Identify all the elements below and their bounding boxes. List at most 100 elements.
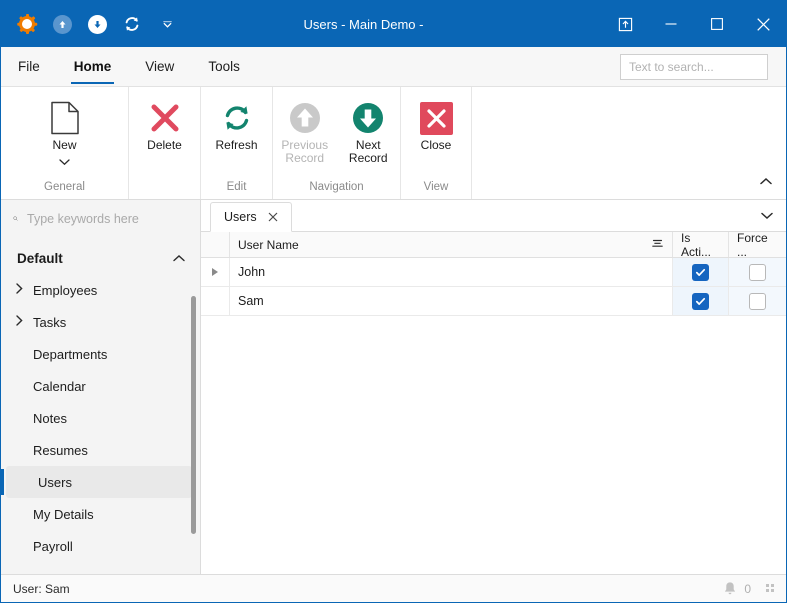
restore-window-button[interactable]: [602, 1, 648, 47]
tab-home[interactable]: Home: [57, 47, 129, 86]
ribbon-group-view-label: View: [423, 181, 449, 193]
search-input[interactable]: [629, 59, 784, 74]
ribbon-collapse-button[interactable]: [754, 169, 778, 193]
chevron-down-icon: [162, 20, 172, 28]
sidebar-item-calendar-label: Calendar: [33, 378, 86, 394]
document-tab-users[interactable]: Users: [210, 202, 292, 232]
checkbox-unchecked-icon[interactable]: [749, 292, 766, 310]
sidebar-group-default-label: Default: [17, 251, 63, 266]
app-menu-icon[interactable]: [15, 12, 39, 36]
close-record-button-label: Close: [420, 138, 452, 152]
close-icon: [756, 17, 770, 31]
tab-view[interactable]: View: [128, 47, 191, 86]
sidebar-item-notes-label: Notes: [33, 410, 67, 426]
sidebar-item-users-label: Users: [38, 474, 72, 490]
ribbon-group-edit-delete: Delete .: [129, 87, 201, 199]
grid-header-user-name[interactable]: User Name: [230, 232, 673, 257]
ribbon-group-navigation-label: Navigation: [309, 181, 364, 193]
sidebar-item-resumes[interactable]: Resumes: [1, 434, 192, 466]
delete-x-icon: [149, 99, 181, 137]
maximize-button[interactable]: [694, 1, 740, 47]
sidebar-item-employees[interactable]: Employees: [1, 274, 192, 306]
ribbon-group-navigation: Previous Record Next Record Navigation: [273, 87, 401, 199]
cell-force[interactable]: [729, 287, 786, 315]
refresh-button-label: Refresh: [215, 138, 258, 152]
close-button[interactable]: [740, 1, 786, 47]
new-button[interactable]: New: [1, 91, 128, 171]
bell-icon[interactable]: [723, 581, 737, 596]
cell-is-active[interactable]: [673, 287, 729, 315]
sidebar-item-departments[interactable]: Departments: [1, 338, 192, 370]
ribbon-tab-bar: File Home View Tools: [1, 47, 786, 87]
cell-is-active[interactable]: [673, 258, 729, 286]
resize-grip-icon[interactable]: [766, 583, 776, 594]
arrow-down-circle-icon: [351, 99, 385, 137]
checkbox-unchecked-icon[interactable]: [749, 263, 766, 281]
next-record-qat-button[interactable]: [85, 12, 109, 36]
sidebar-item-users[interactable]: Users: [1, 466, 192, 498]
ribbon-group-edit: Refresh Edit: [201, 87, 273, 199]
chevron-up-icon[interactable]: [172, 251, 186, 266]
document-tab-users-label: Users: [224, 210, 257, 224]
sun-icon: [17, 14, 38, 34]
next-record-label-line2: Record: [348, 151, 388, 165]
cell-user-name[interactable]: John: [230, 258, 673, 286]
sidebar-item-calendar[interactable]: Calendar: [1, 370, 192, 402]
refresh-icon: [125, 17, 139, 31]
previous-record-qat-button[interactable]: [50, 12, 74, 36]
grid-body: John Sam: [201, 258, 786, 574]
chevron-right-icon: [15, 314, 24, 330]
grid-header-indicator: [201, 232, 230, 257]
status-bar: User: Sam 0: [1, 574, 786, 602]
tab-tools[interactable]: Tools: [191, 47, 257, 86]
minimize-icon: [665, 23, 677, 25]
application-window: Users - Main Demo - File Home View Tools…: [0, 0, 787, 603]
new-dropdown-button[interactable]: [58, 153, 71, 171]
next-record-button[interactable]: Next Record: [337, 91, 401, 165]
document-tab-overflow-button[interactable]: [756, 205, 778, 225]
chevron-down-icon: [59, 159, 70, 166]
delete-button-label: Delete: [147, 138, 182, 152]
close-icon[interactable]: [266, 210, 281, 225]
sidebar-item-payroll-label: Payroll: [33, 538, 73, 554]
sidebar-item-tasks-label: Tasks: [33, 314, 67, 330]
arrow-up-circle-icon: [288, 99, 322, 137]
sidebar-group-default[interactable]: Default: [1, 243, 200, 274]
grid-header-user-name-label: User Name: [238, 237, 299, 252]
sidebar-search-box[interactable]: [1, 200, 200, 238]
refresh-qat-button[interactable]: [120, 12, 144, 36]
close-record-button[interactable]: Close: [401, 91, 471, 152]
refresh-button[interactable]: Refresh: [201, 91, 272, 152]
minimize-button[interactable]: [648, 1, 694, 47]
sidebar-item-notes[interactable]: Notes: [1, 402, 192, 434]
arrow-up-circle-icon: [52, 14, 72, 34]
table-row[interactable]: John: [201, 258, 786, 287]
sidebar-item-my-details[interactable]: My Details: [1, 498, 192, 530]
sidebar-item-employees-label: Employees: [33, 282, 98, 298]
grid-header-force[interactable]: Force ...: [729, 231, 786, 259]
sidebar-scrollbar[interactable]: [191, 296, 196, 534]
checkbox-checked-icon[interactable]: [692, 263, 709, 281]
notification-count: 0: [744, 581, 751, 596]
previous-record-button[interactable]: Previous Record: [273, 91, 337, 165]
checkbox-checked-icon[interactable]: [692, 292, 709, 310]
sidebar-item-tasks[interactable]: Tasks: [1, 306, 192, 338]
row-current-triangle-icon: [212, 268, 218, 276]
sidebar-nav-list: Default Employees Tasks Departments Cale…: [1, 238, 200, 574]
search-box[interactable]: [620, 53, 784, 80]
cell-user-name[interactable]: Sam: [230, 287, 673, 315]
previous-record-label-line1: Previous: [281, 138, 329, 152]
table-row[interactable]: Sam: [201, 287, 786, 316]
qat-overflow-button[interactable]: [155, 12, 179, 36]
delete-button[interactable]: Delete: [129, 91, 200, 152]
grid-header-is-active[interactable]: Is Acti...: [673, 231, 729, 259]
sidebar-item-payroll[interactable]: Payroll: [1, 530, 192, 562]
navigation-sidebar: Default Employees: [1, 200, 201, 574]
cell-force[interactable]: [729, 258, 786, 286]
refresh-icon: [221, 99, 253, 137]
filter-icon[interactable]: [651, 237, 664, 253]
ribbon-group-general: New General: [1, 87, 129, 199]
tab-file[interactable]: File: [1, 47, 57, 86]
sidebar-search-input[interactable]: [27, 211, 188, 226]
ribbon-group-edit-label: Edit: [226, 181, 247, 193]
